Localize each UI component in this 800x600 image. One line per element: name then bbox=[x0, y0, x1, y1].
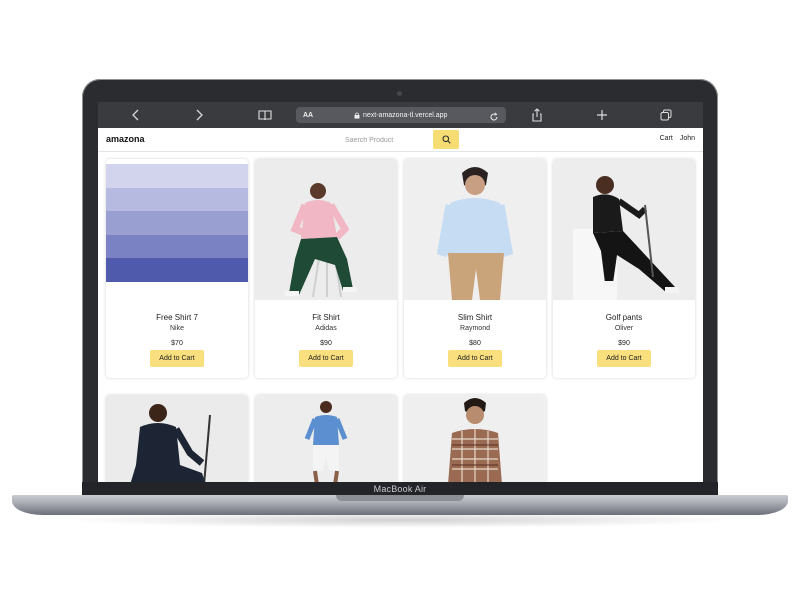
device-label: MacBook Air bbox=[373, 484, 427, 494]
product-card: Free Shirt 7 Nike $70 Add to Cart bbox=[106, 159, 248, 378]
product-price: $80 bbox=[469, 340, 481, 347]
product-name[interactable]: Slim Shirt bbox=[404, 313, 546, 322]
back-icon[interactable] bbox=[127, 106, 145, 124]
screen: AA next-amazona-tl.vercel.app amazona Ca… bbox=[98, 102, 703, 482]
search-input[interactable] bbox=[341, 132, 433, 148]
forward-icon[interactable] bbox=[190, 106, 208, 124]
add-to-cart-button[interactable]: Add to Cart bbox=[299, 350, 353, 367]
site-header: amazona Cart John bbox=[98, 128, 703, 152]
header-nav: Cart John bbox=[660, 135, 695, 142]
product-image[interactable] bbox=[404, 395, 546, 482]
product-card: Fit Shirt Adidas $90 Add to Cart bbox=[255, 159, 397, 378]
product-image[interactable] bbox=[106, 395, 248, 482]
brand-logo[interactable]: amazona bbox=[106, 134, 145, 144]
product-brand: Oliver bbox=[614, 325, 634, 332]
share-icon[interactable] bbox=[528, 106, 546, 124]
address-bar[interactable]: AA next-amazona-tl.vercel.app bbox=[296, 107, 506, 123]
product-image[interactable] bbox=[255, 395, 397, 482]
product-brand: Nike bbox=[169, 325, 184, 332]
product-image[interactable] bbox=[255, 159, 397, 300]
product-image[interactable] bbox=[404, 159, 546, 300]
product-price: $70 bbox=[171, 340, 183, 347]
product-image[interactable] bbox=[553, 159, 695, 300]
product-name[interactable]: Golf pants bbox=[553, 313, 695, 322]
camera-dot bbox=[397, 91, 402, 96]
product-name[interactable]: Fit Shirt bbox=[255, 313, 397, 322]
browser-toolbar: AA next-amazona-tl.vercel.app bbox=[98, 102, 703, 128]
product-price: $90 bbox=[618, 340, 630, 347]
product-name[interactable]: Free Shirt 7 bbox=[106, 313, 248, 322]
text-size-button[interactable]: AA bbox=[303, 112, 313, 119]
product-card bbox=[106, 395, 248, 482]
product-price: $90 bbox=[320, 340, 332, 347]
lock-icon bbox=[354, 112, 360, 119]
new-tab-icon[interactable] bbox=[593, 106, 611, 124]
laptop-notch bbox=[336, 495, 464, 501]
search-button[interactable] bbox=[433, 130, 459, 149]
product-card bbox=[255, 395, 397, 482]
url-display: next-amazona-tl.vercel.app bbox=[354, 112, 447, 119]
tabs-icon[interactable] bbox=[657, 106, 675, 124]
product-brand: Raymond bbox=[460, 325, 490, 332]
add-to-cart-button[interactable]: Add to Cart bbox=[150, 350, 204, 367]
url-text: next-amazona-tl.vercel.app bbox=[363, 111, 448, 119]
product-brand: Adidas bbox=[315, 325, 337, 332]
search-icon bbox=[441, 135, 451, 144]
cart-link[interactable]: Cart bbox=[660, 135, 673, 142]
product-card: Golf pants Oliver $90 Add to Cart bbox=[553, 159, 695, 378]
product-card: Slim Shirt Raymond $80 Add to Cart bbox=[404, 159, 546, 378]
user-menu-link[interactable]: John bbox=[680, 135, 695, 142]
product-card bbox=[404, 395, 546, 482]
reload-icon[interactable] bbox=[489, 109, 499, 127]
add-to-cart-button[interactable]: Add to Cart bbox=[597, 350, 651, 367]
add-to-cart-button[interactable]: Add to Cart bbox=[448, 350, 502, 367]
bookmarks-icon[interactable] bbox=[256, 106, 274, 124]
product-image[interactable] bbox=[106, 164, 248, 305]
